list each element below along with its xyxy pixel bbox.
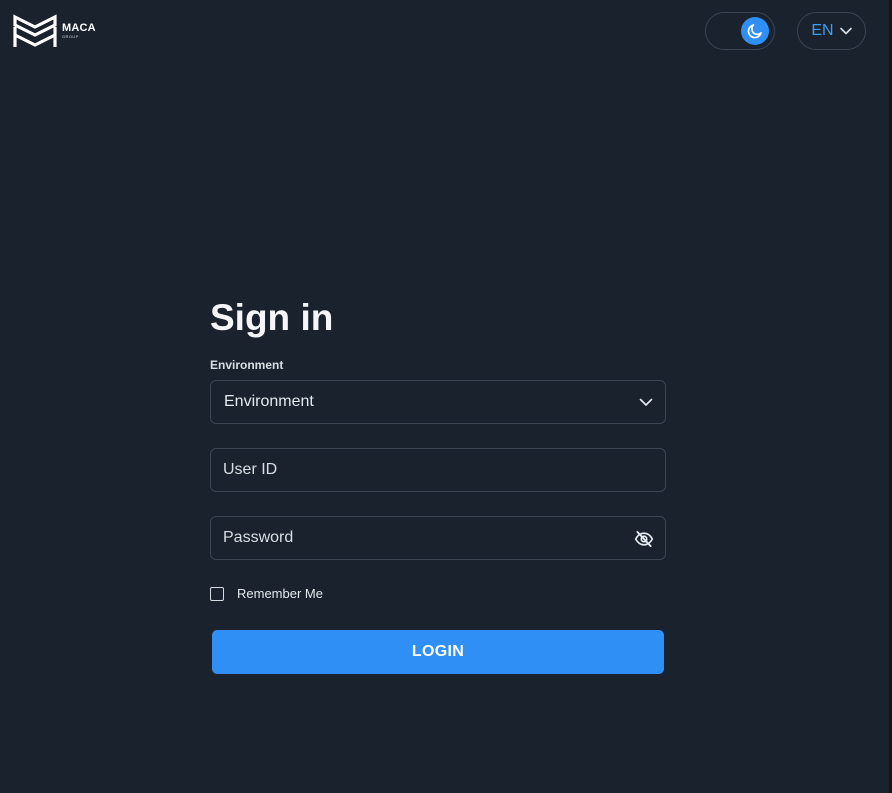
signin-form: Sign in Environment Environment User ID … — [210, 296, 666, 674]
remember-me-label: Remember Me — [237, 586, 323, 601]
remember-me-checkbox[interactable] — [210, 586, 224, 601]
maca-logo-icon — [13, 14, 57, 47]
logo-name: MACA — [62, 22, 96, 34]
login-button[interactable]: LOGIN — [212, 630, 664, 674]
chevron-down-icon — [639, 398, 653, 407]
environment-select[interactable]: Environment — [210, 380, 666, 424]
password-input[interactable] — [211, 517, 665, 559]
page-title: Sign in — [210, 297, 334, 338]
language-select[interactable]: EN — [797, 12, 866, 50]
logo: MACA GROUP — [12, 14, 96, 50]
theme-toggle[interactable] — [705, 12, 775, 50]
environment-label: Environment — [210, 358, 284, 372]
password-field-container — [210, 516, 666, 560]
eye-off-icon[interactable] — [633, 528, 655, 550]
user-id-input[interactable] — [211, 449, 665, 491]
moon-icon — [747, 24, 762, 39]
toggle-knob — [741, 17, 769, 45]
chevron-down-icon — [839, 27, 852, 35]
logo-subtitle: GROUP — [62, 34, 79, 39]
remember-me[interactable]: Remember Me — [210, 586, 323, 601]
logo-text: MACA GROUP — [62, 23, 96, 39]
user-id-field-container — [210, 448, 666, 492]
environment-value: Environment — [224, 393, 314, 410]
language-label: EN — [811, 22, 834, 39]
login-page: MACA GROUP EN Sign in Environment Enviro… — [0, 0, 892, 793]
